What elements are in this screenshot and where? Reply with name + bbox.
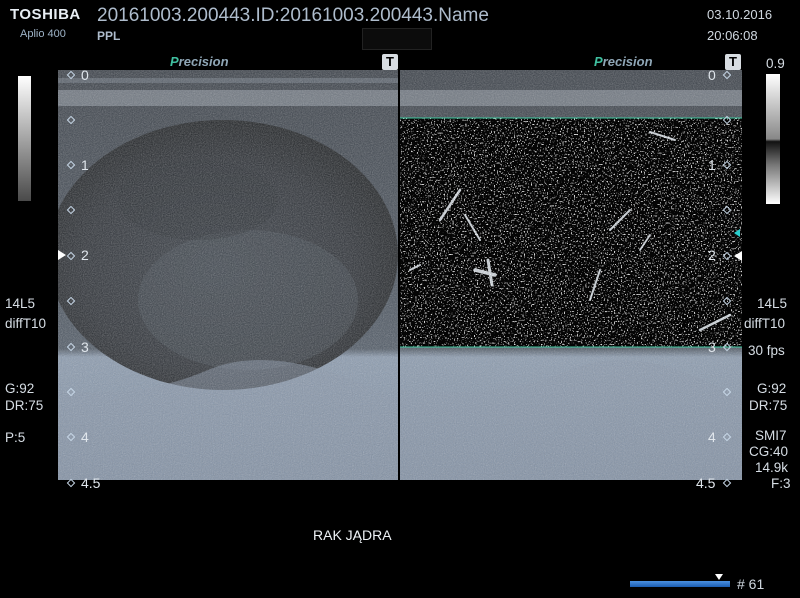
- focus-marker-right: [734, 251, 742, 261]
- cine-position-marker[interactable]: [715, 574, 723, 580]
- filter-label: F:3: [771, 476, 791, 491]
- depth-label-0-right: 0: [708, 67, 716, 83]
- depth-label-2-left: 2: [81, 247, 89, 263]
- depth-label-2-right: 2: [708, 247, 716, 263]
- probe-label-left: 14L5: [5, 296, 36, 311]
- redacted-box: [362, 28, 432, 50]
- depth-marker: [722, 478, 732, 488]
- depth-label-1-left: 1: [81, 157, 89, 173]
- gain-label-left: G:92: [5, 381, 35, 396]
- frame-number: # 61: [737, 576, 765, 592]
- top-marker-left: T: [382, 54, 398, 70]
- cg-label: CG:40: [749, 444, 789, 459]
- cine-progress-bar[interactable]: [630, 581, 730, 587]
- precision-label-right: Precision: [594, 54, 653, 69]
- brand-logo: TOSHIBA: [10, 6, 81, 23]
- mode-label-left: diffT10: [5, 316, 47, 331]
- focus-marker-left: [58, 250, 66, 260]
- dr-label-left: DR:75: [5, 398, 44, 413]
- depth-label-0-left: 0: [81, 67, 89, 83]
- power-label-left: P:5: [5, 430, 26, 445]
- depth-label-4-left: 4: [81, 429, 89, 445]
- device-model: Aplio 400: [20, 28, 66, 40]
- patient-id-line: 20161003.200443.ID:20161003.200443.Name: [97, 5, 489, 26]
- smi-image-right: [400, 70, 742, 480]
- depth-label-3-left: 3: [81, 339, 89, 355]
- smi-color-bar: [766, 74, 780, 204]
- depth-label-4-right: 4: [708, 429, 716, 445]
- depth-label-1-right: 1: [708, 157, 716, 173]
- scale-value: 0.9: [766, 56, 785, 71]
- depth-marker: [66, 478, 76, 488]
- smi-label: SMI7: [755, 428, 787, 443]
- gain-label-right: G:92: [757, 381, 787, 396]
- probe-label-right: 14L5: [757, 296, 788, 311]
- bmode-image-left: [58, 70, 398, 480]
- exam-time: 20:06:08: [707, 28, 758, 43]
- depth-label-3-right: 3: [708, 339, 716, 355]
- depth-label-45-left: 4.5: [81, 475, 101, 491]
- mode-label-right: diffT10: [744, 316, 786, 331]
- precision-label-left: Precision: [170, 54, 229, 69]
- grayscale-bar: [18, 76, 31, 201]
- exam-date: 03.10.2016: [707, 7, 773, 22]
- annotation-caption: RAK JĄDRA: [313, 527, 392, 543]
- freq-label: 14.9k: [755, 460, 789, 475]
- dr-label-right: DR:75: [749, 398, 788, 413]
- roi-marker-icon: [734, 229, 740, 237]
- top-marker-right: T: [725, 54, 741, 70]
- fps-label: 30 fps: [748, 343, 785, 358]
- depth-label-45-right: 4.5: [696, 475, 716, 491]
- preset-label: PPL: [97, 29, 121, 43]
